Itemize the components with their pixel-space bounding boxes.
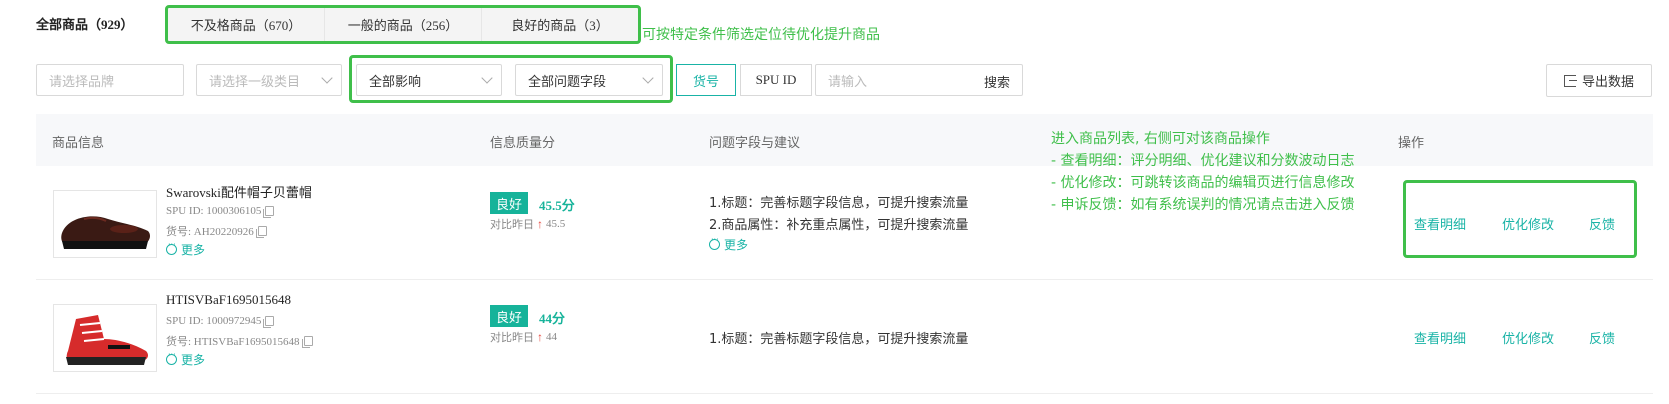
copy-icon[interactable] [301,336,313,348]
more-label: 更多 [181,243,206,257]
problem-field-select-value: 全部问题字段 [528,74,607,90]
all-products-label[interactable]: 全部商品（929） [36,14,134,33]
view-details-link[interactable]: 查看明细 [1414,328,1466,347]
product-thumbnail[interactable] [53,190,157,258]
spu-id: SPU ID: 1000306105 [166,205,275,218]
chevron-down-icon [481,72,493,84]
compare-value: 44 [546,331,557,343]
spu-id-text: SPU ID: 1000972945 [166,315,262,327]
score-compare: 对比昨日 ↑ 44 [490,329,557,345]
dress-shoe-image [61,216,150,249]
quality-badge: 良好 [490,305,529,327]
compare-label: 对比昨日 [490,219,534,231]
quality-score: 44分 [539,311,566,326]
brand-select[interactable]: 请选择品牌 [36,64,184,96]
product-thumbnail[interactable] [53,304,157,372]
more-icon [166,350,177,365]
table-row: HTISVBaF1695015648 SPU ID: 1000972945 货号… [36,282,1653,394]
arrow-up-icon: ↑ [537,329,543,344]
export-data-label: 导出数据 [1581,75,1634,90]
more-icon [166,240,177,255]
arrow-up-icon: ↑ [537,216,543,231]
search-input-placeholder: 请输入 [828,74,868,90]
quality-tab-group: 不及格商品（670） 一般的商品（256） 良好的商品（3） [168,8,638,41]
optimize-edit-link[interactable]: 优化修改 [1502,214,1554,233]
annotation-filter-hint: 可按特定条件筛选定位待优化提升商品 [642,27,880,43]
column-problem-suggestions: 问题字段与建议 [709,136,801,151]
table-row: Swarovski配件帽子贝蕾帽 SPU ID: 1000306105 货号: … [36,168,1653,280]
product-more-link[interactable]: 更多 [166,350,206,368]
sneaker-image [66,315,148,365]
suggestion-line: 1.标题：完善标题字段信息，可提升搜索流量 [709,332,969,347]
compare-label: 对比昨日 [490,332,534,344]
table-header: 商品信息 信息质量分 问题字段与建议 操作 [36,114,1653,166]
tab-good-products[interactable]: 良好的商品（3） [482,8,638,41]
search-input[interactable]: 请输入 搜索 [815,64,1023,96]
top-tabs-bar: 全部商品（929） 不及格商品（670） 一般的商品（256） 良好的商品（3）… [0,0,1669,48]
problem-field-select[interactable]: 全部问题字段 [515,64,663,96]
column-product-info: 商品信息 [52,136,105,151]
copy-icon[interactable] [263,316,275,328]
quality-score: 45.5分 [539,198,575,213]
tab-failed-products[interactable]: 不及格商品（670） [168,8,325,41]
quality-badge: 良好 [490,192,529,214]
product-name: HTISVBaF1695015648 [166,292,291,307]
tab-average-products[interactable]: 一般的商品（256） [325,8,482,41]
feedback-link[interactable]: 反馈 [1589,214,1615,233]
spu-id: SPU ID: 1000972945 [166,315,275,328]
copy-icon[interactable] [255,226,267,238]
suggestion-more-link[interactable]: 更多 [709,235,749,253]
goods-no-text: 货号: AH20220926 [166,226,254,238]
export-icon [1563,74,1577,87]
compare-value: 45.5 [546,218,566,230]
column-quality-score: 信息质量分 [490,136,556,151]
more-label: 更多 [181,353,206,367]
feedback-link[interactable]: 反馈 [1589,328,1615,347]
more-label: 更多 [724,238,749,252]
view-details-link[interactable]: 查看明细 [1414,214,1466,233]
goods-no: 货号: HTISVBaF1695015648 [166,333,313,349]
search-button[interactable]: 搜索 [984,72,1010,91]
category-select-placeholder: 请选择一级类目 [209,74,301,90]
category-select[interactable]: 请选择一级类目 [196,64,342,96]
chevron-down-icon [321,72,333,84]
column-actions: 操作 [1398,136,1425,151]
suggestion-line: 1.标题：完善标题字段信息，可提升搜索流量 [709,196,969,211]
optimize-edit-link[interactable]: 优化修改 [1502,328,1554,347]
chevron-down-icon [642,72,654,84]
impact-select[interactable]: 全部影响 [356,64,502,96]
search-type-spu-id[interactable]: SPU ID [740,64,812,96]
product-name: Swarovski配件帽子贝蕾帽 [166,185,312,200]
goods-no-text: 货号: HTISVBaF1695015648 [166,336,300,348]
more-icon [709,235,720,250]
export-data-button[interactable]: 导出数据 [1546,64,1652,97]
filter-bar: 请选择品牌 请选择一级类目 全部影响 全部问题字段 货号 SPU ID 请输入 … [0,52,1669,108]
score-compare: 对比昨日 ↑ 45.5 [490,216,565,232]
search-type-goods-no[interactable]: 货号 [676,64,736,96]
impact-select-value: 全部影响 [369,74,422,90]
product-more-link[interactable]: 更多 [166,240,206,258]
goods-no: 货号: AH20220926 [166,223,267,239]
copy-icon[interactable] [263,206,275,218]
spu-id-text: SPU ID: 1000306105 [166,205,262,217]
suggestion-line: 2.商品属性：补充重点属性，可提升搜索流量 [709,218,969,233]
annotation-line: 进入商品列表, 右侧可对该商品操作 [1051,131,1270,147]
